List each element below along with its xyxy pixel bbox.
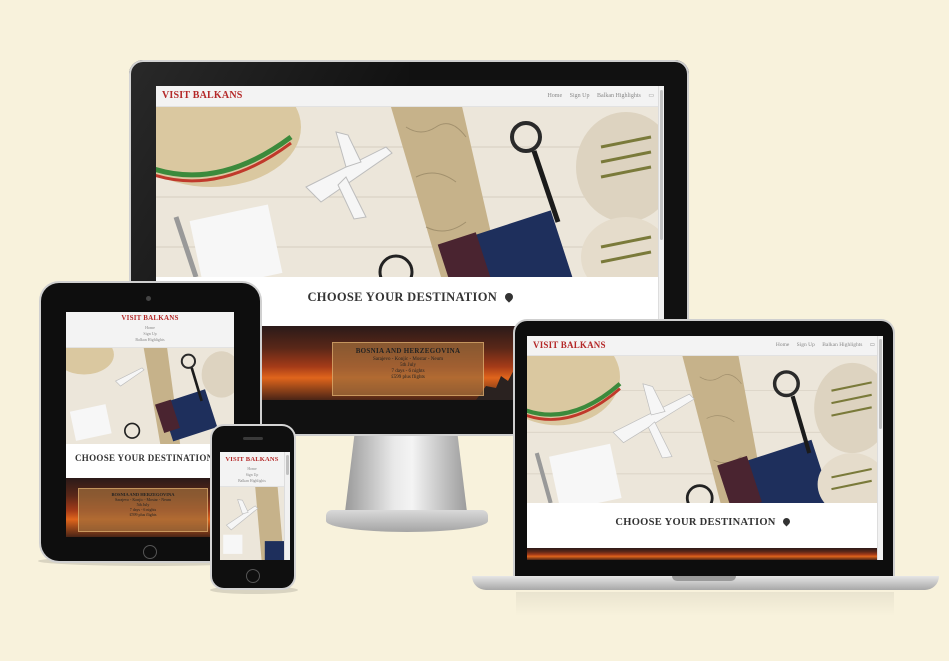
laptop-scrollbar[interactable] bbox=[877, 336, 883, 560]
hero-image bbox=[156, 107, 664, 277]
nav-links: Home Sign Up Balkan Highlights ▭ bbox=[541, 92, 654, 99]
tablet-brand-logo[interactable]: VISIT BALKANS bbox=[66, 314, 234, 322]
laptop-travel-flatlay-illustration bbox=[527, 356, 878, 503]
laptop-destination-banner bbox=[527, 548, 878, 560]
laptop-navbar: VISIT BALKANS Home Sign Up Balkan Highli… bbox=[527, 336, 883, 356]
tablet-nav-highlights-link[interactable]: Balkan Highlights bbox=[66, 337, 234, 343]
phone-home-button[interactable] bbox=[246, 569, 260, 583]
monitor-stand-neck bbox=[345, 432, 467, 512]
phone-nav-links: Home Sign Up Balkan Highlights bbox=[220, 466, 284, 484]
phone-travel-flatlay-illustration bbox=[220, 487, 284, 560]
nav-signup-link[interactable]: Sign Up bbox=[570, 93, 590, 99]
tablet-choose-destination-heading: CHOOSE YOUR DESTINATION bbox=[66, 453, 234, 463]
laptop-brand-logo[interactable]: VISIT BALKANS bbox=[533, 340, 606, 350]
map-icon: ▭ bbox=[648, 93, 654, 99]
destination-route: Sarajevo - Konjic - Mostar - Neum bbox=[373, 357, 443, 362]
desktop-navbar: VISIT BALKANS Home Sign Up Balkan Highli… bbox=[156, 86, 664, 107]
laptop-nav-highlights-link[interactable]: Balkan Highlights bbox=[822, 342, 862, 348]
laptop-nav-home-link[interactable]: Home bbox=[776, 342, 789, 348]
phone-nav-highlights-link[interactable]: Balkan Highlights bbox=[220, 478, 284, 484]
destination-date: 5th July bbox=[400, 363, 416, 368]
tablet-home-button[interactable] bbox=[143, 545, 157, 559]
monitor-stand-base bbox=[326, 510, 488, 532]
map-marker-icon bbox=[502, 291, 515, 303]
travel-flatlay-illustration bbox=[156, 107, 664, 277]
phone-speaker bbox=[243, 437, 263, 440]
phone-scrollbar-thumb[interactable] bbox=[286, 455, 289, 475]
destination-country: BOSNIA AND HERZEGOVINA bbox=[355, 347, 461, 355]
phone-screen: VISIT BALKANS Home Sign Up Balkan Highli… bbox=[220, 452, 290, 560]
choose-destination-text: CHOOSE YOUR DESTINATION bbox=[307, 290, 498, 304]
laptop-choose-destination-heading: CHOOSE YOUR DESTINATION bbox=[527, 516, 878, 528]
tablet-navbar: VISIT BALKANS Home Sign Up Balkan Highli… bbox=[66, 312, 234, 348]
brand-logo[interactable]: VISIT BALKANS bbox=[162, 90, 243, 101]
laptop-screen: VISIT BALKANS Home Sign Up Balkan Highli… bbox=[527, 336, 883, 560]
laptop-hero-image bbox=[527, 356, 878, 503]
tablet-destination-card[interactable]: BOSNIA AND HERZEGOVINA Sarajevo - Konjic… bbox=[78, 488, 208, 532]
tablet-destination-banner: BOSNIA AND HERZEGOVINA Sarajevo - Konjic… bbox=[66, 478, 234, 537]
phone-hero-image bbox=[220, 487, 284, 560]
tablet-travel-flatlay-illustration bbox=[66, 348, 234, 444]
laptop-choose-destination-text: CHOOSE YOUR DESTINATION bbox=[615, 517, 776, 528]
laptop-scrollbar-thumb[interactable] bbox=[879, 339, 882, 429]
phone-navbar: VISIT BALKANS Home Sign Up Balkan Highli… bbox=[220, 452, 290, 487]
laptop-nav-links: Home Sign Up Balkan Highlights ▭ bbox=[770, 342, 875, 348]
nav-home-link[interactable]: Home bbox=[547, 93, 562, 99]
tablet-nav-links: Home Sign Up Balkan Highlights bbox=[66, 325, 234, 343]
tablet-destination-price: £599 plus flights bbox=[129, 512, 157, 517]
tablet-camera bbox=[146, 296, 151, 301]
laptop-map-icon: ▭ bbox=[869, 342, 875, 348]
laptop-nav-signup-link[interactable]: Sign Up bbox=[797, 342, 815, 348]
destination-duration: 7 days - 6 nights bbox=[391, 369, 425, 374]
nav-highlights-link[interactable]: Balkan Highlights bbox=[597, 93, 641, 99]
laptop-map-marker-icon bbox=[781, 516, 792, 527]
tablet-hero-image bbox=[66, 348, 234, 444]
phone-brand-logo[interactable]: VISIT BALKANS bbox=[220, 456, 284, 463]
laptop-notch bbox=[672, 576, 736, 581]
phone-scrollbar[interactable] bbox=[284, 452, 290, 560]
tablet-choose-destination-text: CHOOSE YOUR DESTINATION bbox=[75, 453, 214, 463]
destination-price: £599 plus flights bbox=[391, 375, 425, 380]
tablet-screen: VISIT BALKANS Home Sign Up Balkan Highli… bbox=[66, 312, 234, 537]
laptop-shadow bbox=[516, 592, 894, 616]
destination-card[interactable]: BOSNIA AND HERZEGOVINA Sarajevo - Konjic… bbox=[332, 342, 484, 396]
desktop-scrollbar-thumb[interactable] bbox=[660, 90, 663, 240]
